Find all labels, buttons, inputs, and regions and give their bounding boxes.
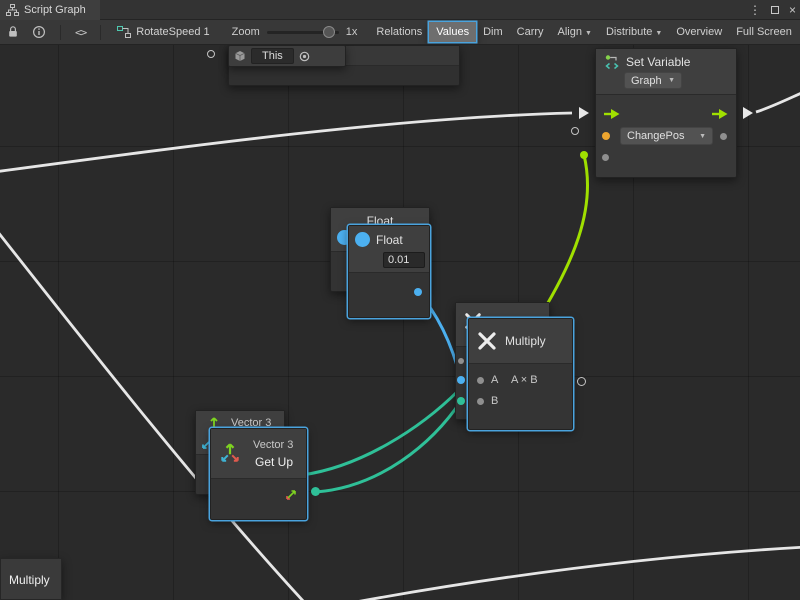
wire-flow-right[interactable] — [756, 91, 800, 112]
node-multiply[interactable]: Multiply A A × B B — [468, 318, 573, 430]
node-title: Set Variable — [626, 55, 690, 69]
lime-wire-endpoint[interactable] — [580, 151, 588, 159]
input-b-label: B — [491, 395, 498, 407]
more-menu-icon[interactable]: ⋮ — [749, 0, 761, 20]
titlebar: Script Graph ⋮ × — [0, 0, 800, 20]
node-subtitle: Get Up — [255, 455, 293, 469]
float-icon — [355, 232, 370, 247]
float-value-input[interactable] — [383, 252, 425, 268]
toolbar-separator — [60, 25, 61, 40]
node-header: Set Variable Graph ▼ — [596, 49, 736, 95]
wire-vector-teal-1[interactable] — [316, 401, 461, 492]
graph-canvas[interactable]: This Set Variable Graph ▼ — [0, 45, 800, 600]
zoom-value: 1x — [346, 26, 358, 38]
graph-toolbar: <> RotateSpeed 1 Zoom 1x Relations Value… — [0, 20, 800, 45]
lock-button[interactable] — [0, 25, 26, 39]
teal-wire-endpoint[interactable] — [457, 397, 465, 405]
stray-port[interactable] — [458, 358, 464, 364]
multiply-output-port[interactable] — [577, 377, 586, 386]
up-arrow-icon — [208, 416, 220, 428]
wire-value-lime[interactable] — [534, 155, 588, 326]
tab-script-graph[interactable]: Script Graph — [0, 0, 100, 20]
edit-source-button[interactable]: <> — [69, 26, 92, 39]
node-multiply-corner[interactable]: Multiply — [0, 558, 62, 600]
axes-mini-icon — [285, 489, 297, 501]
set-variable-icon — [604, 54, 620, 70]
graph-asset-icon — [117, 26, 131, 38]
zoom-label: Zoom — [232, 26, 260, 38]
carry-toggle[interactable]: Carry — [510, 22, 551, 42]
graph-name: RotateSpeed 1 — [136, 26, 209, 38]
maximize-icon[interactable] — [771, 6, 779, 14]
graph-breadcrumb[interactable]: RotateSpeed 1 — [109, 26, 217, 38]
node-header: Vector 3 Get Up — [211, 429, 306, 479]
zoom-slider[interactable] — [267, 31, 339, 34]
values-toggle[interactable]: Values — [429, 22, 476, 42]
cube-icon — [234, 50, 246, 62]
toolbar-separator — [100, 25, 101, 40]
variable-out-port[interactable] — [720, 133, 727, 140]
wire-vector-teal-2[interactable] — [302, 390, 459, 475]
input-b-port[interactable] — [477, 398, 484, 405]
chevron-down-icon: ▼ — [668, 77, 675, 84]
close-icon[interactable]: × — [789, 0, 796, 20]
node-vector3-get-up[interactable]: Vector 3 Get Up — [210, 428, 307, 520]
node-header: Multiply — [469, 319, 572, 364]
align-dropdown[interactable]: Align▼ — [551, 22, 599, 42]
info-button[interactable] — [26, 25, 52, 39]
vector3-axes-icon — [219, 441, 241, 463]
toolbar-toggles: Relations Values Dim Carry Align▼ Distri… — [369, 22, 798, 42]
result-label: A × B — [511, 374, 538, 386]
overview-button[interactable]: Overview — [669, 22, 729, 42]
chevron-down-icon: ▼ — [699, 133, 706, 140]
relations-toggle[interactable]: Relations — [369, 22, 429, 42]
variable-name-port[interactable] — [602, 132, 610, 140]
variable-name-dropdown[interactable]: ChangePos ▼ — [620, 127, 713, 145]
node-set-variable[interactable]: Set Variable Graph ▼ ChangePos ▼ — [595, 48, 737, 178]
zoom-control: Zoom 1x — [232, 26, 358, 38]
node-title: Float — [376, 233, 403, 247]
code-icon: <> — [75, 26, 86, 39]
float-output-port[interactable] — [414, 288, 422, 296]
input-a-label: A — [491, 374, 498, 386]
this-input-port[interactable] — [207, 50, 215, 58]
input-a-port[interactable] — [477, 377, 484, 384]
distribute-dropdown[interactable]: Distribute▼ — [599, 22, 669, 42]
script-graph-icon — [6, 4, 19, 16]
fullscreen-button[interactable]: Full Screen — [729, 22, 799, 42]
get-up-output-port[interactable] — [311, 487, 320, 496]
window-controls: ⋮ × — [749, 0, 796, 20]
wire-flow-left[interactable] — [0, 113, 572, 172]
value-input-port[interactable] — [602, 154, 609, 161]
flow-in-arrow-icon[interactable] — [604, 109, 620, 119]
target-port-icon[interactable] — [299, 51, 310, 62]
node-title: Multiply — [9, 573, 50, 587]
dim-toggle[interactable]: Dim — [476, 22, 510, 42]
flow-out-arrow-icon[interactable] — [712, 109, 728, 119]
this-label[interactable]: This — [251, 48, 294, 64]
wire-relation-bottom[interactable] — [318, 547, 800, 600]
variable-kind-dropdown[interactable]: Graph ▼ — [624, 72, 682, 89]
lock-icon — [6, 25, 20, 39]
node-title: Vector 3 — [253, 439, 293, 451]
node-this[interactable]: This — [228, 45, 346, 67]
node-header: Float — [349, 226, 429, 273]
node-title: Multiply — [505, 334, 546, 348]
node-float[interactable]: Float — [348, 225, 430, 318]
flow-out-external-arrow[interactable] — [743, 107, 753, 119]
flow-in-external-arrow[interactable] — [579, 107, 589, 119]
multiply-icon — [477, 331, 497, 351]
zoom-slider-knob[interactable] — [323, 26, 335, 38]
tab-label: Script Graph — [24, 4, 86, 16]
unity-script-graph-window: Script Graph ⋮ × <> RotateSpeed 1 Zoom 1… — [0, 0, 800, 600]
unconnected-port[interactable] — [571, 127, 579, 135]
info-icon — [32, 25, 46, 39]
chevron-down-icon: ▼ — [585, 30, 592, 37]
blue-wire-endpoint[interactable] — [457, 376, 465, 384]
chevron-down-icon: ▼ — [655, 30, 662, 37]
